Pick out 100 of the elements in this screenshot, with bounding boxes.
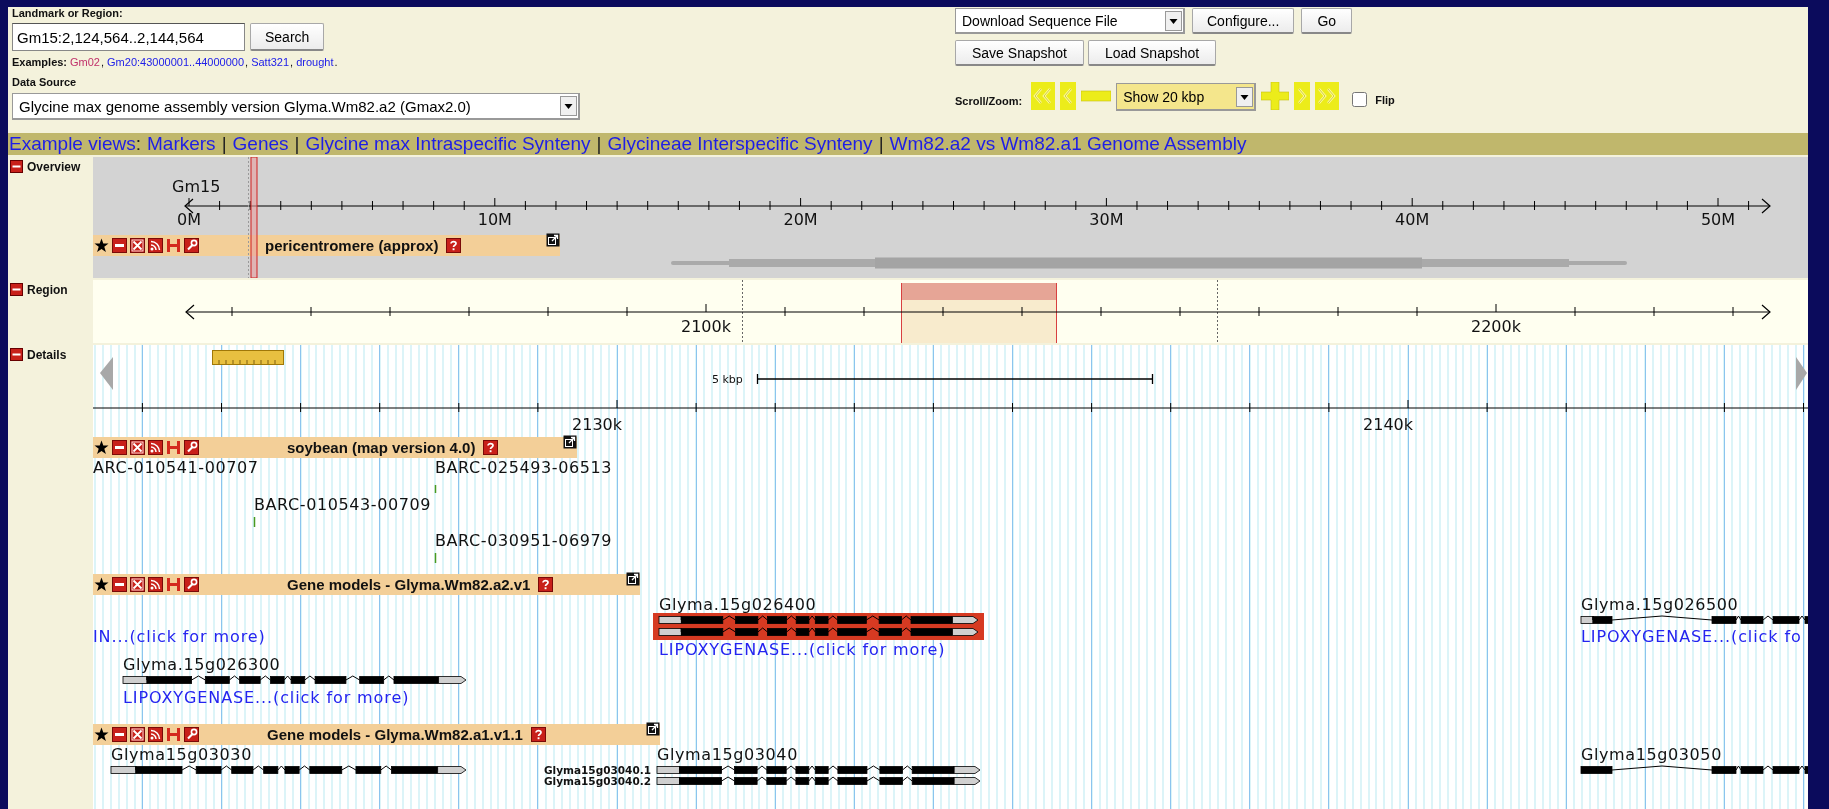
- flip-checkbox[interactable]: [1352, 92, 1368, 107]
- field-label: Data Source: [12, 76, 77, 89]
- snapshot-button[interactable]: Load Snapshot: [1087, 40, 1217, 66]
- close-icon[interactable]: [130, 238, 145, 253]
- minus-icon: [1081, 90, 1112, 102]
- example-link[interactable]: Gm02: [70, 56, 100, 68]
- rss-icon[interactable]: [148, 440, 163, 455]
- close-icon[interactable]: [130, 577, 145, 592]
- help-icon[interactable]: [538, 577, 554, 592]
- example-view-link[interactable]: Markers: [147, 133, 216, 155]
- description-link[interactable]: IN...(click for more): [93, 626, 266, 646]
- gene-drawing[interactable]: [1580, 615, 1808, 624]
- scale-label: 2130k: [572, 414, 622, 434]
- gene-drawing[interactable]: [656, 776, 981, 785]
- minus-icon[interactable]: [112, 727, 127, 742]
- gene-label[interactable]: Glyma15g03050: [1581, 744, 1722, 764]
- download-select[interactable]: Download Sequence File: [955, 8, 1185, 34]
- scale-handle-icon[interactable]: [212, 350, 284, 365]
- marker-label[interactable]: BARC-030951-06979: [435, 530, 613, 550]
- rss-icon[interactable]: [148, 577, 163, 592]
- minus-icon[interactable]: [112, 238, 127, 253]
- popup-icon[interactable]: [626, 572, 640, 586]
- transcript-label: Glyma15g03040.2: [543, 775, 651, 787]
- popup-icon[interactable]: [563, 435, 577, 449]
- collapse-icon[interactable]: [10, 283, 23, 296]
- separator: |: [878, 133, 884, 155]
- scroll-zoom-label: Scroll/Zoom:: [955, 95, 1023, 107]
- scale-label: 20M: [783, 209, 818, 229]
- wrench-icon[interactable]: [184, 577, 199, 592]
- double-chevron-left-icon: [1031, 82, 1056, 110]
- example-view-link[interactable]: Glycine max Intraspecific Synteny: [305, 133, 591, 155]
- description-link[interactable]: LIPOXYGENASE...(click fo: [1581, 626, 1802, 646]
- minus-icon[interactable]: [112, 577, 127, 592]
- marker-label[interactable]: ARC-010541-00707: [93, 457, 259, 477]
- range-select[interactable]: Show 20 kbp: [1116, 83, 1257, 111]
- example-link[interactable]: drought: [296, 56, 334, 68]
- example-view-link[interactable]: Wm82.a2 vs Wm82.a1 Genome Assembly: [889, 133, 1247, 155]
- scale-label: 2200k: [1471, 316, 1521, 336]
- star-icon[interactable]: [94, 440, 109, 455]
- gene-label[interactable]: Glyma15g03040: [657, 744, 798, 764]
- chromosome-label: Gm15: [172, 176, 221, 196]
- section-title: Overview: [27, 160, 81, 174]
- example-view-link[interactable]: Genes: [232, 133, 289, 155]
- star-icon[interactable]: [94, 238, 109, 253]
- separator: ,: [101, 56, 105, 68]
- gene-drawing[interactable]: [1580, 765, 1808, 774]
- example-views-link[interactable]: Example views: [9, 133, 136, 155]
- collapse-icon[interactable]: [10, 160, 23, 173]
- help-icon[interactable]: [530, 727, 546, 742]
- scale-label: 30M: [1089, 209, 1124, 229]
- wrench-icon[interactable]: [184, 440, 199, 455]
- gene-drawing[interactable]: [658, 627, 979, 636]
- rss-icon[interactable]: [148, 727, 163, 742]
- gene-drawing[interactable]: [656, 765, 981, 774]
- flip-label: Flip: [1375, 94, 1395, 106]
- separator: |: [596, 133, 602, 155]
- help-icon[interactable]: [483, 440, 499, 455]
- wrench-icon[interactable]: [184, 727, 199, 742]
- data-source-select[interactable]: Glycine max genome assembly version Glyma.Wm82.a2 (Gmax2.0): [12, 93, 580, 120]
- search-field[interactable]: Gm15:2,124,564..2,144,564: [12, 23, 245, 51]
- star-icon[interactable]: [94, 727, 109, 742]
- close-icon[interactable]: [130, 727, 145, 742]
- track-title: pericentromere (approx): [265, 237, 439, 254]
- marker-label[interactable]: BARC-010543-00709: [254, 494, 432, 514]
- collapse-icon[interactable]: [10, 348, 23, 361]
- gene-label[interactable]: Glyma15g03030: [111, 744, 252, 764]
- example-view-link[interactable]: Glycineae Interspecific Synteny: [607, 133, 873, 155]
- scale-label: 50M: [1700, 209, 1736, 229]
- wrench-icon[interactable]: [184, 238, 199, 253]
- popup-icon[interactable]: [546, 233, 560, 247]
- gene-label[interactable]: Glyma.15g026300: [123, 654, 281, 674]
- marker-tick: [434, 484, 437, 494]
- caret-icon: [1236, 86, 1254, 107]
- gene-drawing[interactable]: [122, 675, 467, 684]
- gene-drawing[interactable]: [110, 765, 467, 774]
- description-link[interactable]: LIPOXYGENASE...(click for more): [123, 687, 410, 707]
- snapshot-button[interactable]: Save Snapshot: [955, 40, 1084, 66]
- action-button[interactable]: Configure...: [1192, 8, 1295, 34]
- minus-icon[interactable]: [112, 440, 127, 455]
- example-link[interactable]: Satt321: [251, 56, 290, 68]
- search-button[interactable]: Search: [250, 23, 325, 51]
- popup-icon[interactable]: [646, 722, 660, 736]
- marker-label[interactable]: BARC-025493-06513: [435, 457, 613, 477]
- star-icon[interactable]: [94, 577, 109, 592]
- example-link[interactable]: Gm20:43000001..44000000: [107, 56, 245, 68]
- gene-label[interactable]: Glyma.15g026500: [1581, 594, 1739, 614]
- examples-label: Examples:: [12, 56, 68, 68]
- description-link[interactable]: LIPOXYGENASE...(click for more): [659, 639, 946, 659]
- rss-icon[interactable]: [148, 238, 163, 253]
- track-title: Gene models - Glyma.Wm82.a1.v1.1: [267, 726, 523, 743]
- transcript-label: Glyma15g03040.1: [543, 764, 651, 776]
- close-icon[interactable]: [130, 440, 145, 455]
- gene-label[interactable]: Glyma.15g026400: [659, 594, 817, 614]
- dotted-line: [742, 280, 743, 343]
- scale-label: 10M: [477, 209, 512, 229]
- help-icon[interactable]: [446, 238, 462, 253]
- marker-tick: [253, 516, 256, 528]
- track-title: Gene models - Glyma.Wm82.a2.v1: [287, 576, 531, 593]
- action-button[interactable]: Go: [1301, 8, 1353, 34]
- gene-drawing[interactable]: [658, 615, 979, 624]
